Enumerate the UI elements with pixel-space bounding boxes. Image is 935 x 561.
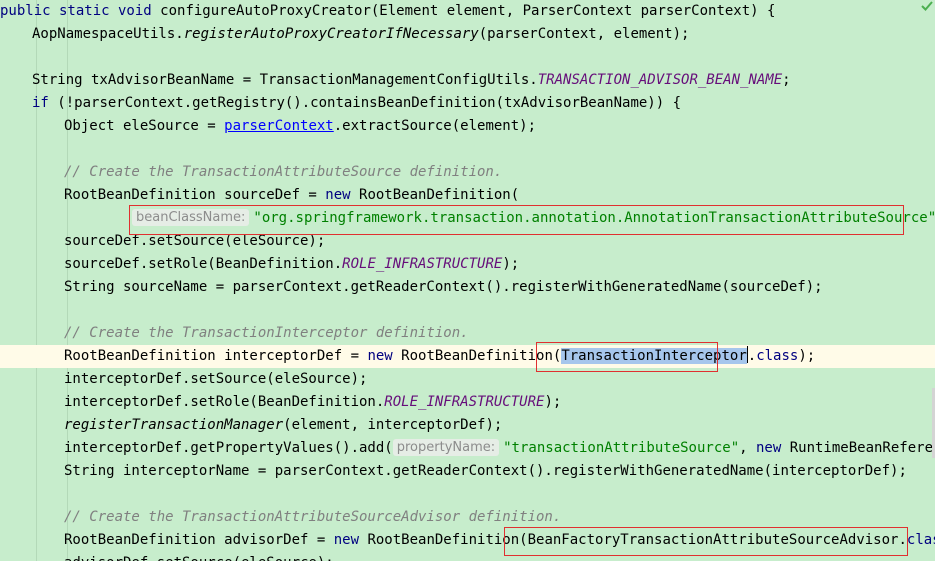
check-icon <box>921 1 933 11</box>
code-line-6[interactable]: Object eleSource = parserContext.extract… <box>0 115 935 138</box>
code-line-10[interactable]: beanClassName: "org.springframework.trans… <box>0 207 935 230</box>
code-line-9[interactable]: RootBeanDefinition sourceDef = new RootB… <box>0 184 935 207</box>
code-line-1[interactable]: public static void configureAutoProxyCre… <box>0 0 935 23</box>
code-line-24[interactable]: RootBeanDefinition advisorDef = new Root… <box>0 529 935 552</box>
code-line-5[interactable]: if (!parserContext.getRegistry().contain… <box>0 92 935 115</box>
code-line-17[interactable]: interceptorDef.setSource(eleSource); <box>0 368 935 391</box>
code-line-12[interactable]: sourceDef.setRole(BeanDefinition.ROLE_IN… <box>0 253 935 276</box>
code-line-11[interactable]: sourceDef.setSource(eleSource); <box>0 230 935 253</box>
code-line-19[interactable]: registerTransactionManager(element, inte… <box>0 414 935 437</box>
code-editor[interactable]: public static void configureAutoProxyCre… <box>0 0 935 561</box>
code-line-21[interactable]: String interceptorName = parserContext.g… <box>0 460 935 483</box>
code-line-4[interactable]: String txAdvisorBeanName = TransactionMa… <box>0 69 935 92</box>
parameter-hint: propertyName: <box>392 439 500 456</box>
code-line-2[interactable]: AopNamespaceUtils.registerAutoProxyCreat… <box>0 23 935 46</box>
parser-context-link[interactable]: parserContext <box>224 118 334 134</box>
code-comment[interactable]: // Create the TransactionAttributeSource… <box>0 506 935 529</box>
code-line-13[interactable]: String sourceName = parserContext.getRea… <box>0 276 935 299</box>
code-line-18[interactable]: interceptorDef.setRole(BeanDefinition.RO… <box>0 391 935 414</box>
parameter-hint: beanClassName: <box>132 209 250 226</box>
code-line-20[interactable]: interceptorDef.getPropertyValues().add(p… <box>0 437 935 460</box>
selected-text[interactable]: TransactionInterceptor <box>561 348 747 364</box>
code-line-16-current[interactable]: RootBeanDefinition interceptorDef = new … <box>0 345 935 368</box>
code-comment[interactable]: // Create the TransactionAttributeSource… <box>0 161 935 184</box>
code-line-25[interactable]: advisorDef.setSource(eleSource); <box>0 552 935 561</box>
code-comment[interactable]: // Create the TransactionInterceptor def… <box>0 322 935 345</box>
